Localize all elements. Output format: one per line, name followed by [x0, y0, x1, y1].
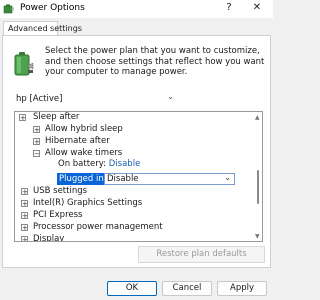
close-button[interactable]: ✕	[250, 2, 264, 16]
apply-button[interactable]: Apply	[217, 281, 267, 296]
expand-icon[interactable]: +	[21, 236, 28, 241]
on-battery-label: On battery:	[58, 159, 107, 169]
chevron-down-icon: ⌄	[224, 173, 231, 182]
chevron-down-icon: ⌄	[167, 92, 174, 101]
expand-icon[interactable]: +	[19, 114, 26, 122]
tree-item-processor-power-management[interactable]: + Processor power management	[21, 222, 163, 233]
tree-item-label: Processor power management	[33, 222, 163, 232]
expand-icon[interactable]: +	[21, 188, 28, 196]
scroll-thumb[interactable]	[257, 170, 259, 204]
plugged-in-value: Disable	[107, 174, 139, 184]
power-options-icon	[3, 4, 14, 14]
expand-icon[interactable]: +	[33, 126, 40, 134]
expand-icon[interactable]: +	[21, 212, 28, 220]
help-button[interactable]: ?	[222, 2, 236, 16]
tree-item-label: PCI Express	[33, 210, 83, 220]
tree-item-label: Allow wake timers	[45, 148, 123, 158]
tree-item-label: Display	[33, 234, 65, 242]
settings-tree[interactable]: + Sleep after + Allow hybrid sleep + Hib…	[14, 111, 263, 242]
scroll-down-icon[interactable]: ▼	[255, 233, 260, 240]
on-battery-value-link[interactable]: Disable	[109, 159, 141, 169]
power-plan-value: hp [Active]	[16, 94, 63, 104]
tab-advanced-settings[interactable]: Advanced settings	[3, 21, 82, 36]
collapse-icon[interactable]: −	[33, 150, 40, 158]
tree-scrollbar[interactable]: ▲ ▼	[255, 114, 261, 240]
restore-plan-defaults-button[interactable]: Restore plan defaults	[138, 246, 265, 263]
expand-icon[interactable]: +	[33, 138, 40, 146]
scroll-up-icon[interactable]: ▲	[255, 114, 260, 121]
plugged-in-select[interactable]: Disable ⌄	[104, 173, 235, 185]
tree-item-label: Hibernate after	[45, 136, 110, 146]
tree-item-intel-graphics-settings[interactable]: + Intel(R) Graphics Settings	[21, 198, 143, 209]
tree-item-hibernate-after[interactable]: + Hibernate after	[33, 136, 110, 147]
tree-item-usb-settings[interactable]: + USB settings	[21, 186, 88, 197]
tree-item-sleep-after[interactable]: + Sleep after	[19, 112, 80, 123]
on-battery-row: On battery: Disable	[58, 159, 140, 170]
tree-item-allow-hybrid-sleep[interactable]: + Allow hybrid sleep	[33, 124, 123, 135]
tree-item-display[interactable]: + Display	[21, 234, 65, 242]
battery-plug-icon	[14, 52, 34, 76]
tree-item-label: Allow hybrid sleep	[45, 124, 123, 134]
window-title: Power Options	[20, 3, 85, 13]
expand-icon[interactable]: +	[21, 200, 28, 208]
intro-text: Select the power plan that you want to c…	[45, 46, 265, 77]
tree-item-pci-express[interactable]: + PCI Express	[21, 210, 83, 221]
plugged-in-label: Plugged in:	[57, 173, 109, 185]
tree-item-label: USB settings	[33, 186, 88, 196]
power-plan-select[interactable]: hp [Active] ⌄	[14, 92, 177, 106]
cancel-button[interactable]: Cancel	[162, 281, 212, 296]
tree-item-label: Intel(R) Graphics Settings	[33, 198, 143, 208]
ok-button[interactable]: OK	[107, 281, 157, 296]
tree-item-label: Sleep after	[33, 112, 80, 122]
tree-item-allow-wake-timers[interactable]: − Allow wake timers	[33, 148, 123, 159]
expand-icon[interactable]: +	[21, 224, 28, 232]
title-bar: Power Options ? ✕	[0, 0, 273, 18]
